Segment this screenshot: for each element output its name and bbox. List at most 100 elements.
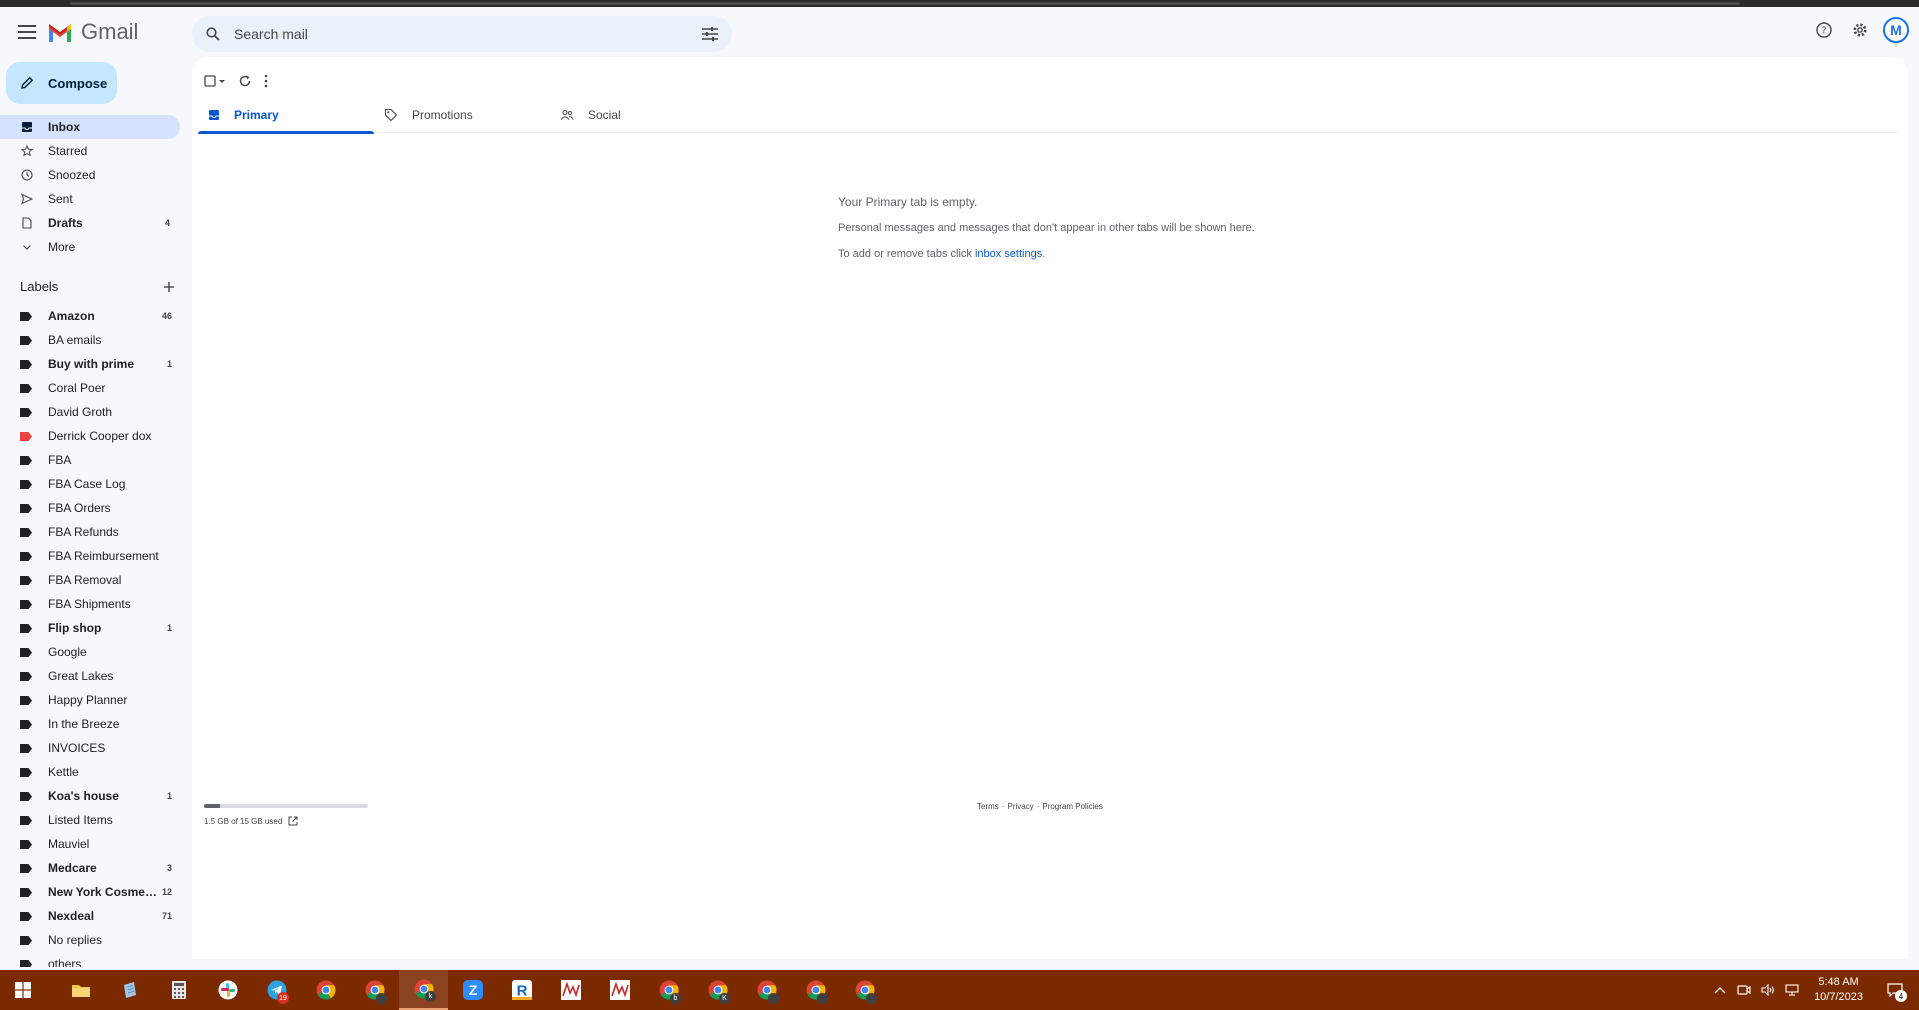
label-item[interactable]: Google [0, 640, 180, 664]
label-item[interactable]: New York Cosmet... 12 [0, 880, 180, 904]
label-item[interactable]: BA emails [0, 328, 180, 352]
start-button[interactable] [0, 970, 46, 1010]
settings-prefix: To add or remove tabs click [838, 248, 975, 260]
label-name: Koa's house [48, 789, 119, 803]
label-item[interactable]: INVOICES [0, 736, 180, 760]
taskbar-app-button[interactable] [154, 970, 203, 1010]
sidebar-item-sent[interactable]: Sent [0, 187, 180, 211]
sidebar-item-snoozed[interactable]: Snoozed [0, 163, 180, 187]
meet-now-button[interactable] [1736, 982, 1752, 998]
label-item[interactable]: FBA Removal [0, 568, 180, 592]
label-tag-icon [20, 311, 32, 321]
label-item[interactable]: Mauviel [0, 832, 180, 856]
taskbar-app-button[interactable]: R [497, 970, 546, 1010]
taskbar-app-button[interactable] [595, 970, 644, 1010]
label-name: INVOICES [48, 741, 106, 755]
label-item[interactable]: FBA Shipments [0, 592, 180, 616]
label-item[interactable]: Nexdeal 71 [0, 904, 180, 928]
taskbar-app-button[interactable] [350, 970, 399, 1010]
label-item[interactable]: Happy Planner [0, 688, 180, 712]
label-item[interactable]: FBA [0, 448, 180, 472]
label-item[interactable]: David Groth [0, 400, 180, 424]
more-options-button[interactable] [264, 69, 268, 93]
label-item[interactable]: FBA Reimbursement [0, 544, 180, 568]
taskbar-clock[interactable]: 5:48 AM 10/7/2023 [1814, 975, 1863, 1005]
label-item[interactable]: Koa's house 1 [0, 784, 180, 808]
chevron-down-icon [20, 240, 34, 254]
tab-social[interactable]: Social [550, 97, 726, 133]
open-external-icon[interactable] [288, 816, 298, 826]
sidebar-item-starred[interactable]: Starred [0, 139, 180, 163]
taskbar-app-button[interactable] [301, 970, 350, 1010]
file-explorer-icon [71, 982, 91, 998]
support-button[interactable]: ? [1811, 17, 1837, 43]
inbox-settings-link[interactable]: inbox settings [975, 248, 1042, 260]
refresh-button[interactable] [238, 69, 252, 93]
privacy-link[interactable]: Privacy [1007, 802, 1033, 811]
taskbar-app-button[interactable]: b [644, 970, 693, 1010]
label-item[interactable]: Great Lakes [0, 664, 180, 688]
taskbar-app-button[interactable] [203, 970, 252, 1010]
search-options-icon[interactable] [702, 27, 718, 41]
tab-label: Social [588, 108, 621, 122]
label-name: FBA Removal [48, 573, 122, 587]
label-item[interactable]: Derrick Cooper dox [0, 424, 180, 448]
label-item[interactable]: No replies [0, 928, 180, 952]
compose-button[interactable]: Compose [6, 62, 117, 104]
taskbar-app-button[interactable]: 19 [252, 970, 301, 1010]
settings-button[interactable] [1847, 17, 1873, 43]
account-button[interactable]: M [1883, 17, 1909, 43]
label-tag-icon [20, 671, 32, 681]
label-item[interactable]: FBA Orders [0, 496, 180, 520]
network-button[interactable] [1784, 982, 1800, 998]
label-item[interactable]: Coral Poer [0, 376, 180, 400]
label-tag-icon [20, 959, 32, 967]
sidebar-item-drafts[interactable]: Drafts 4 [0, 211, 180, 235]
notifications-button[interactable]: 4 [1881, 976, 1909, 1004]
add-label-icon[interactable] [163, 281, 175, 293]
search-input[interactable] [234, 26, 702, 42]
sidebar-item-more[interactable]: More [0, 235, 180, 259]
label-item[interactable]: others [0, 952, 180, 967]
taskbar-app-button[interactable] [840, 970, 889, 1010]
label-item[interactable]: FBA Case Log [0, 472, 180, 496]
app-badge: 19 [277, 992, 289, 1004]
taskbar-app-button[interactable]: Z [448, 970, 497, 1010]
taskbar-app-button[interactable] [56, 970, 105, 1010]
program-policies-link[interactable]: Program Policies [1042, 802, 1102, 811]
inbox-icon [20, 120, 34, 134]
label-name: Derrick Cooper dox [48, 429, 152, 443]
select-all-checkbox[interactable] [204, 69, 226, 93]
inbox-icon [208, 109, 220, 121]
storage-indicator: 1.5 GB of 15 GB used [204, 804, 384, 826]
label-tag-icon [20, 647, 32, 657]
taskbar-app-button[interactable] [105, 970, 154, 1010]
gmail-logo[interactable]: Gmail [47, 19, 138, 45]
label-item[interactable]: Kettle [0, 760, 180, 784]
terms-link[interactable]: Terms [977, 802, 999, 811]
chart-app-2-icon [609, 980, 630, 1000]
taskbar-app-button[interactable]: k [399, 970, 448, 1010]
label-item[interactable]: Amazon 46 [0, 304, 180, 328]
tab-primary[interactable]: Primary [198, 97, 374, 134]
label-item[interactable]: Flip shop 1 [0, 616, 180, 640]
taskbar-app-button[interactable] [791, 970, 840, 1010]
label-item[interactable]: FBA Refunds [0, 520, 180, 544]
taskbar-app-button[interactable] [546, 970, 595, 1010]
label-item[interactable]: Buy with prime 1 [0, 352, 180, 376]
tab-promotions[interactable]: Promotions [374, 97, 550, 133]
volume-button[interactable] [1760, 982, 1776, 998]
profile-badge [817, 993, 828, 1004]
main-menu-button[interactable] [14, 19, 40, 45]
empty-settings-line: To add or remove tabs click inbox settin… [838, 246, 1258, 262]
show-hidden-icons-button[interactable] [1712, 982, 1728, 998]
label-item[interactable]: Listed Items [0, 808, 180, 832]
taskbar-app-button[interactable] [742, 970, 791, 1010]
label-name: Google [48, 645, 87, 659]
sidebar-item-inbox[interactable]: Inbox [0, 115, 180, 139]
label-tag-icon [20, 407, 32, 417]
label-item[interactable]: Medcare 3 [0, 856, 180, 880]
search-bar[interactable] [192, 16, 732, 52]
taskbar-app-button[interactable]: K [693, 970, 742, 1010]
label-item[interactable]: In the Breeze [0, 712, 180, 736]
